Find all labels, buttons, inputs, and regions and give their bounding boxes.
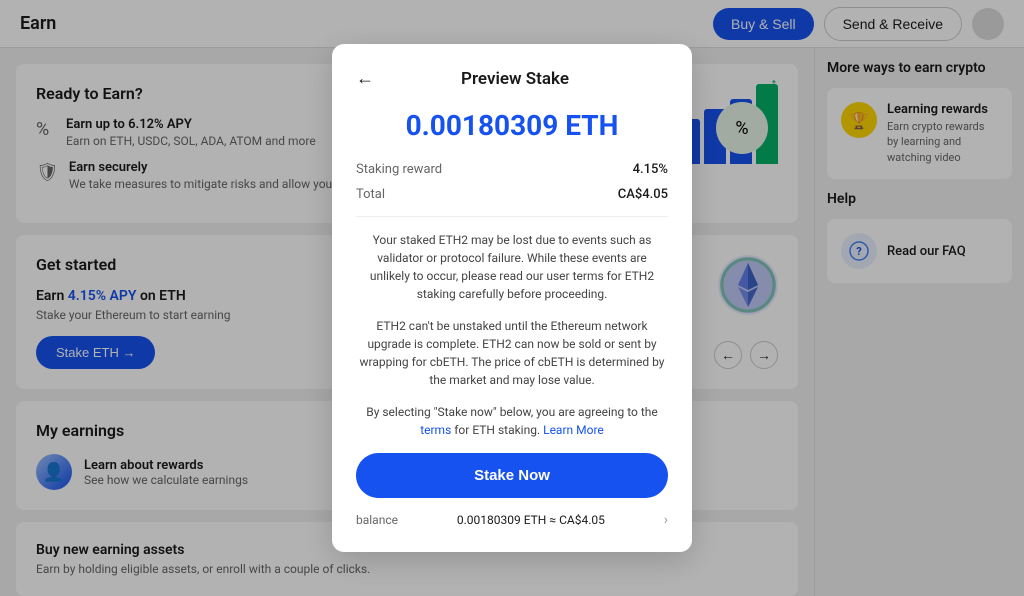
staking-reward-value: 4.15% xyxy=(633,162,668,177)
staking-reward-label: Staking reward xyxy=(356,162,442,177)
staking-reward-row: Staking reward 4.15% xyxy=(356,162,668,177)
learn-more-link[interactable]: Learn More xyxy=(543,423,604,437)
total-label: Total xyxy=(356,187,385,202)
modal-back-button[interactable]: ← xyxy=(356,68,374,89)
preview-stake-modal: ← Preview Stake 0.00180309 ETH Staking r… xyxy=(332,44,692,552)
modal-balance-row: balance 0.00180309 ETH ≈ CA$4.05 › xyxy=(356,512,668,528)
modal-overlay[interactable]: ← Preview Stake 0.00180309 ETH Staking r… xyxy=(0,0,1024,596)
modal-title: Preview Stake xyxy=(386,69,644,89)
modal-agree-text: By selecting "Stake now" below, you are … xyxy=(356,403,668,439)
main-layout: Ready to Earn? % Earn up to 6.12% APY Ea… xyxy=(0,48,1024,596)
modal-warning-2: ETH2 can't be unstaked until the Ethereu… xyxy=(356,317,668,389)
modal-divider-1 xyxy=(356,216,668,217)
modal-warning-1: Your staked ETH2 may be lost due to even… xyxy=(356,231,668,303)
modal-header: ← Preview Stake xyxy=(356,68,668,89)
stake-now-button[interactable]: Stake Now xyxy=(356,453,668,498)
total-row: Total CA$4.05 xyxy=(356,187,668,202)
modal-amount: 0.00180309 ETH xyxy=(356,109,668,142)
total-value: CA$4.05 xyxy=(618,187,668,202)
terms-link[interactable]: terms xyxy=(420,423,451,437)
chevron-right-icon: › xyxy=(664,512,668,528)
balance-label: balance xyxy=(356,513,398,527)
balance-value: 0.00180309 ETH ≈ CA$4.05 xyxy=(457,513,605,527)
